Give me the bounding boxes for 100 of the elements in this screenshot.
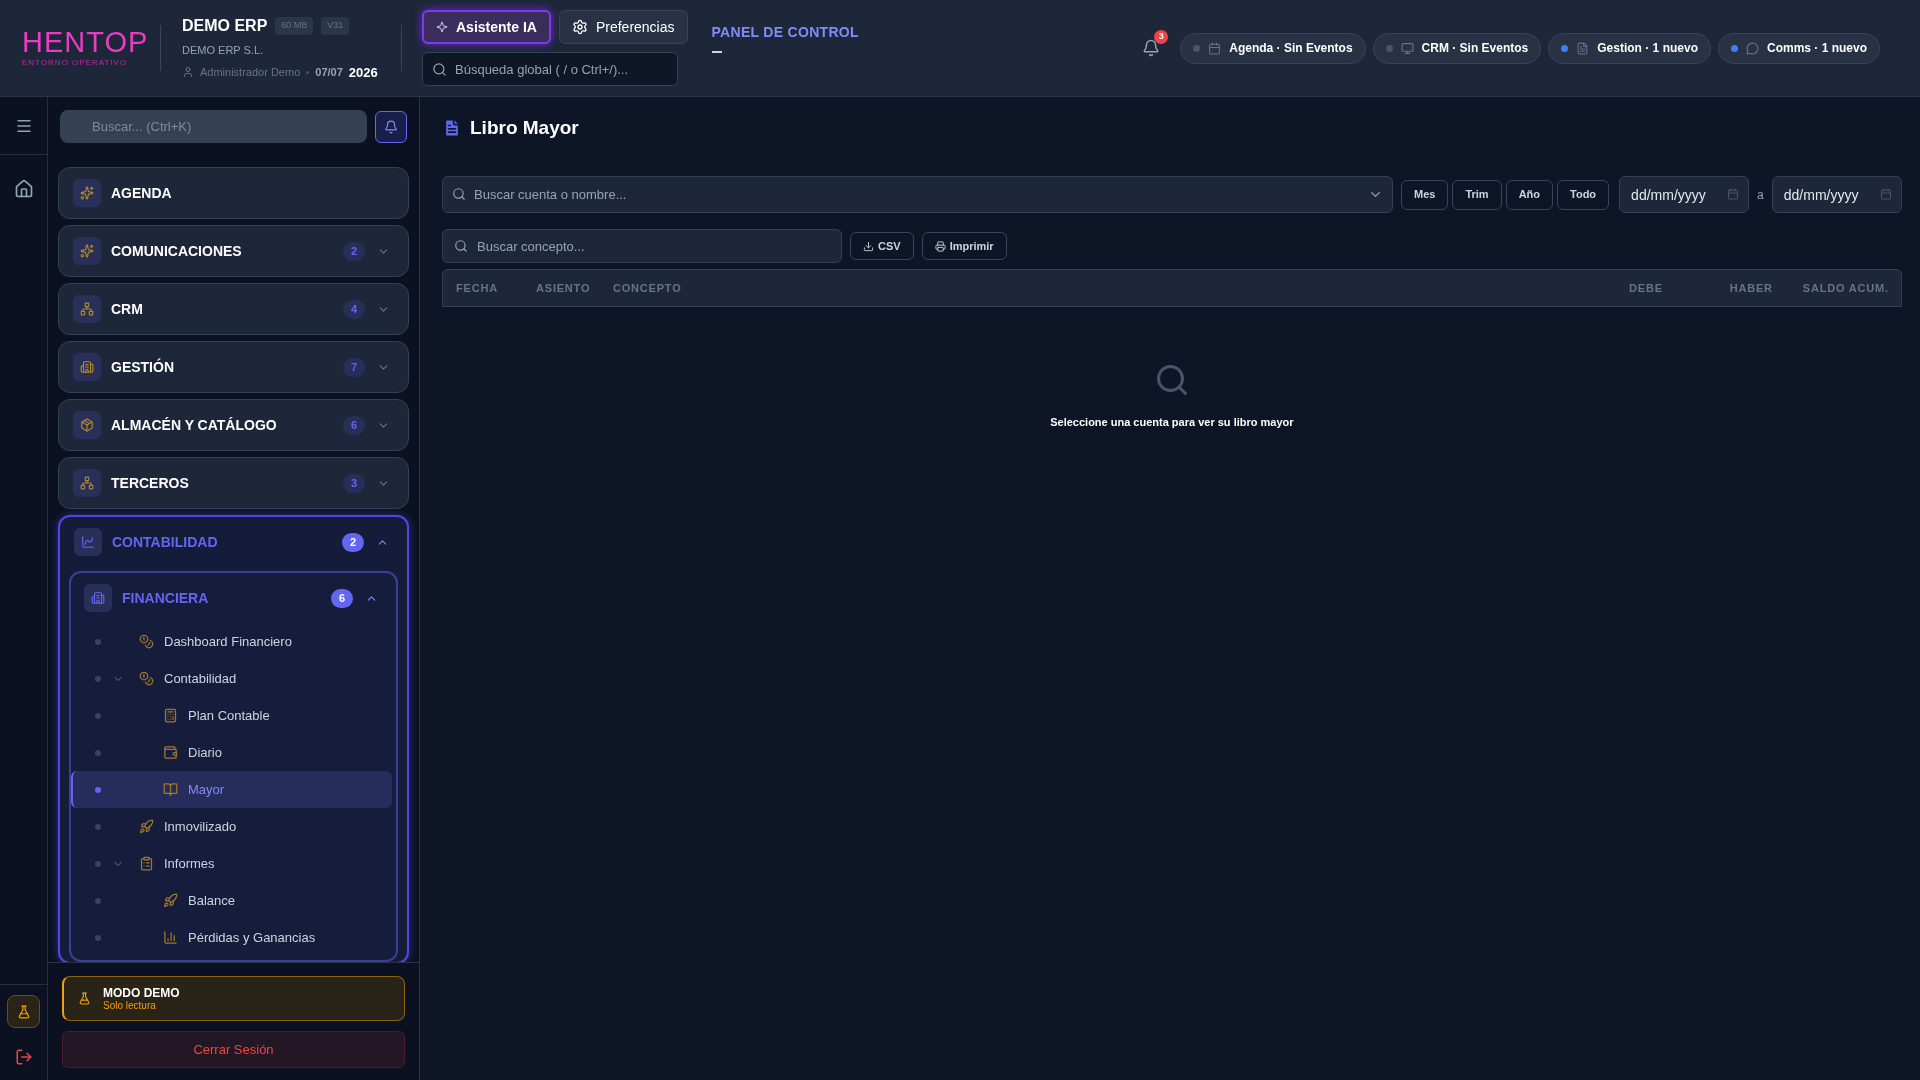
logout-icon[interactable]: [14, 1048, 33, 1066]
calendar-icon: [1727, 188, 1740, 200]
account-search-field[interactable]: Buscar cuenta o nombre...: [442, 176, 1393, 213]
nav-item-label: Plan Contable: [188, 706, 270, 725]
global-search-field[interactable]: Búsqueda global ( / o Ctrl+/)...: [422, 52, 678, 86]
module-label: COMUNICACIONES: [111, 241, 243, 261]
sidebar-search-field[interactable]: Buscar... (Ctrl+K): [60, 110, 367, 143]
nav-item[interactable]: Inmovilizado: [71, 808, 392, 845]
company-name: DEMO ERP: [182, 16, 268, 36]
rocket-icon: [139, 819, 154, 834]
module-label: TERCEROS: [111, 473, 190, 493]
panel-link[interactable]: PANEL DE CONTROL: [711, 22, 859, 43]
module-label: GESTIÓN: [111, 357, 175, 377]
user-icon: [182, 66, 194, 79]
module-header[interactable]: GESTIÓN 7: [59, 342, 408, 392]
status-pill-label: Gestion · 1 nuevo: [1597, 40, 1698, 57]
nav-item-label: Contabilidad: [164, 669, 237, 688]
concept-search-field[interactable]: Buscar concepto...: [442, 229, 842, 263]
company-legal-name: DEMO ERP S.L.: [182, 43, 265, 58]
nav-item[interactable]: Mayor: [71, 771, 392, 808]
nav-item[interactable]: Balance: [71, 882, 392, 919]
module-header[interactable]: CRM 4: [59, 284, 408, 334]
print-button[interactable]: Imprimir: [921, 232, 1007, 260]
group-header[interactable]: FINANCIERA 6: [71, 573, 396, 623]
nav-item[interactable]: Plan Contable: [71, 697, 392, 734]
download-icon: [863, 240, 874, 252]
count-badge: 3: [343, 473, 365, 493]
logout-button[interactable]: Cerrar Sesión: [62, 1031, 405, 1068]
date-text: 07/07: [315, 65, 343, 80]
home-icon[interactable]: [13, 179, 34, 199]
search-icon: [432, 62, 447, 77]
network-icon: [80, 302, 94, 316]
date-to-field[interactable]: dd/mm/yyyy: [1771, 176, 1902, 213]
sparkle-icon: [436, 21, 448, 33]
module-header[interactable]: AGENDA: [59, 168, 408, 218]
csv-button[interactable]: CSV: [850, 232, 914, 260]
empty-state-message: Seleccione una cuenta para ver su libro mayor: [1050, 415, 1294, 430]
flask-icon: [78, 992, 91, 1005]
status-pill[interactable]: Agenda · Sin Eventos: [1180, 32, 1366, 64]
module-header[interactable]: TERCEROS 3: [59, 458, 408, 508]
period-button[interactable]: Año: [1505, 179, 1554, 210]
page-title: Libro Mayor: [470, 115, 579, 140]
sparkles-icon: [80, 186, 94, 200]
sparkles-icon: [80, 244, 94, 258]
nav-item[interactable]: Pérdidas y Ganancias: [71, 919, 392, 956]
nav-item-label: Balance: [188, 891, 235, 910]
period-button[interactable]: Todo: [1557, 179, 1610, 210]
bell-icon[interactable]: [1142, 39, 1161, 57]
calculator-icon: [163, 708, 178, 723]
calendar-icon: [1208, 41, 1222, 55]
info-badge: V31: [321, 17, 350, 35]
count-badge: 7: [343, 357, 365, 377]
date-from-field[interactable]: dd/mm/yyyy: [1619, 176, 1750, 213]
count-badge: 2: [343, 241, 365, 261]
nav-item-label: Pérdidas y Ganancias: [188, 928, 316, 947]
nav-item-label: Inmovilizado: [164, 817, 237, 836]
chart-icon: [81, 535, 95, 549]
bar-chart-icon: [163, 930, 178, 945]
module-label: CRM: [111, 299, 144, 319]
monitor-icon: [1400, 41, 1414, 55]
coins-icon: [139, 671, 154, 686]
count-badge: 6: [343, 415, 365, 435]
status-pill[interactable]: CRM · Sin Eventos: [1372, 32, 1542, 64]
logo-tagline: ENTORNO OPERATIVO: [22, 57, 128, 69]
nav-item[interactable]: Contabilidad: [71, 660, 392, 697]
group-label: FINANCIERA: [122, 588, 210, 608]
nav-item[interactable]: Informes: [71, 845, 392, 882]
nav-item-label: Mayor: [188, 780, 225, 799]
wallet-icon: [163, 745, 178, 760]
chat-icon: [1745, 41, 1759, 55]
clipboard-icon: [139, 856, 154, 871]
module-header[interactable]: COMUNICACIONES 2: [59, 226, 408, 276]
date-separator: a: [1757, 186, 1764, 204]
status-pill[interactable]: Comms · 1 nuevo: [1717, 32, 1880, 64]
search-icon: [452, 187, 466, 201]
notification-button[interactable]: [375, 110, 407, 143]
module-header[interactable]: CONTABILIDAD 2: [60, 517, 407, 567]
bell-icon: [384, 119, 398, 134]
settings-icon: [571, 19, 588, 35]
nav-item-label: Informes: [164, 854, 215, 873]
search-icon: [454, 239, 468, 253]
document-icon: [1576, 41, 1590, 55]
nav-item[interactable]: Dashboard Financiero: [71, 623, 392, 660]
rocket-icon: [163, 893, 178, 908]
period-button[interactable]: Trim: [1452, 179, 1502, 210]
logo: HENTOP: [22, 27, 149, 57]
status-pill-label: Agenda · Sin Eventos: [1229, 40, 1353, 57]
demo-mode-button[interactable]: [7, 995, 40, 1028]
status-pill-label: Comms · 1 nuevo: [1766, 40, 1867, 57]
calendar-icon: [1879, 188, 1892, 200]
nav-item[interactable]: Diario: [71, 734, 392, 771]
status-pill[interactable]: Gestion · 1 nuevo: [1548, 32, 1711, 64]
building-icon: [91, 591, 105, 605]
module-header[interactable]: ALMACÉN Y CATÁLOGO 6: [59, 400, 408, 450]
printer-icon: [934, 240, 946, 252]
user-name: Administrador Demo: [200, 65, 301, 80]
preferences-button[interactable]: Preferencias: [558, 10, 688, 44]
year-text: 2026: [348, 63, 378, 82]
period-button[interactable]: Mes: [1401, 179, 1449, 210]
assistant-button[interactable]: Asistente IA: [422, 10, 551, 44]
